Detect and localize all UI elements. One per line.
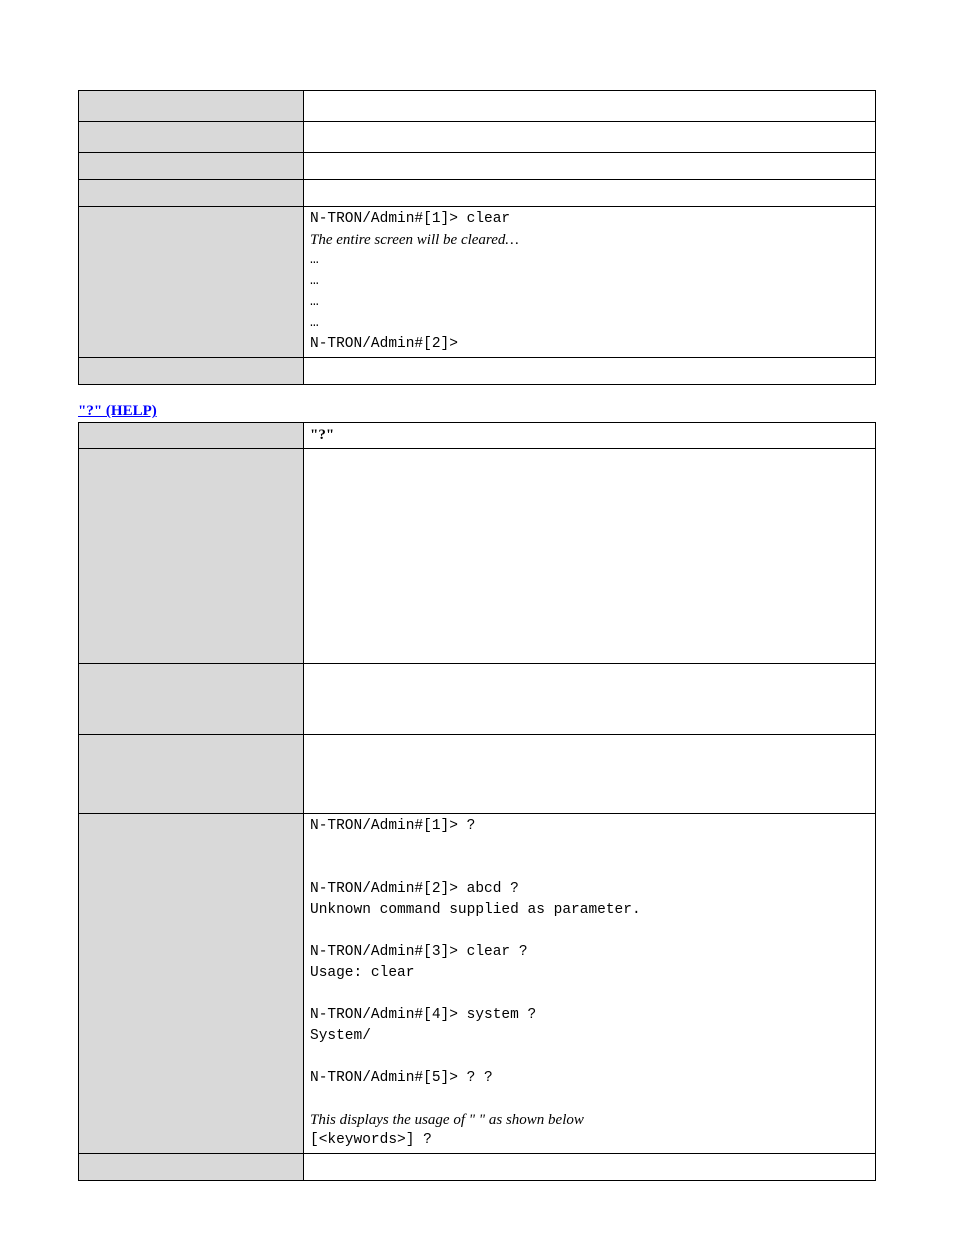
t2-desc-right (304, 448, 876, 663)
help-command-table: "?" N-TRON/Admin#[1]> ? N-TRON/Admin#[2]… (78, 422, 876, 1181)
code-line (310, 984, 869, 1005)
code-line (310, 921, 869, 942)
code-line: N-TRON/Admin#[3]> clear ? (310, 942, 869, 963)
code-line: N-TRON/Admin#[1]> ? (310, 816, 869, 837)
code-line: System/ (310, 1026, 869, 1047)
t1-r3-left (79, 153, 304, 180)
code-line: This displays the usage of " " as shown … (310, 1110, 869, 1130)
code-line: … (310, 271, 869, 292)
t2-example-right: N-TRON/Admin#[1]> ? N-TRON/Admin#[2]> ab… (304, 813, 876, 1153)
t1-r1-left (79, 91, 304, 122)
code-line: … (310, 313, 869, 334)
code-line (310, 1089, 869, 1110)
t1-r6-right (304, 358, 876, 385)
code-line: The entire screen will be cleared… (310, 230, 869, 250)
t2-desc-left (79, 448, 304, 663)
t2-switch-left (79, 734, 304, 813)
code-line: N-TRON/Admin#[4]> system ? (310, 1005, 869, 1026)
t2-r6-left (79, 1154, 304, 1181)
code-line (310, 1047, 869, 1068)
help-command-name: "?" (310, 427, 334, 443)
code-line: Unknown command supplied as parameter. (310, 900, 869, 921)
t2-switch-right (304, 734, 876, 813)
code-line (310, 837, 869, 858)
code-line (310, 858, 869, 879)
t2-r6-right (304, 1154, 876, 1181)
t1-r2-right (304, 122, 876, 153)
code-line: N-TRON/Admin#[1]> clear (310, 209, 869, 230)
help-heading: "?" (HELP) (78, 403, 876, 420)
t1-r2-left (79, 122, 304, 153)
code-line: N-TRON/Admin#[5]> ? ? (310, 1068, 869, 1089)
t1-r1-right (304, 91, 876, 122)
t2-args-left (79, 663, 304, 734)
code-line: [<keywords>] ? (310, 1130, 869, 1151)
t2-args-right (304, 663, 876, 734)
code-line: … (310, 250, 869, 271)
t2-cmdname-left (79, 423, 304, 448)
t1-example-left (79, 207, 304, 358)
t2-cmdname-right: "?" (304, 423, 876, 448)
t1-r4-left (79, 180, 304, 207)
code-line: … (310, 292, 869, 313)
t2-example-left (79, 813, 304, 1153)
clear-command-table: N-TRON/Admin#[1]> clearThe entire screen… (78, 90, 876, 385)
t1-r6-left (79, 358, 304, 385)
code-line: N-TRON/Admin#[2]> (310, 334, 869, 355)
code-line: N-TRON/Admin#[2]> abcd ? (310, 879, 869, 900)
t1-r4-right (304, 180, 876, 207)
page: N-TRON/Admin#[1]> clearThe entire screen… (0, 0, 954, 1239)
code-line: Usage: clear (310, 963, 869, 984)
t1-r3-right (304, 153, 876, 180)
t1-example-right: N-TRON/Admin#[1]> clearThe entire screen… (304, 207, 876, 358)
